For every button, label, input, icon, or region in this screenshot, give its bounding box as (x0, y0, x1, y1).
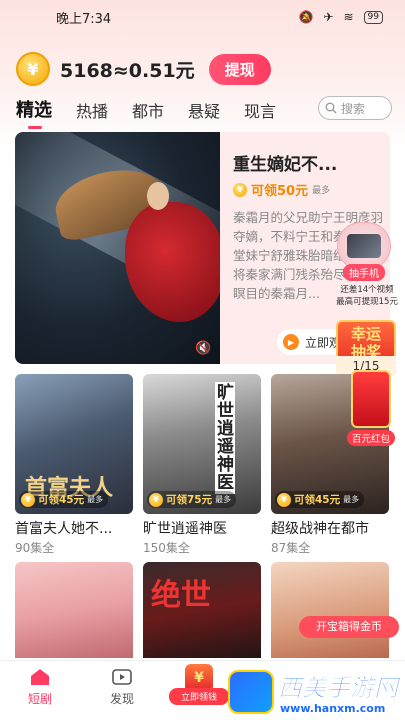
drama-episodes: 87集全 (271, 541, 311, 555)
phone-image-icon (347, 234, 381, 258)
phone-lottery-widget[interactable]: 抽手机 (333, 222, 399, 282)
drama-episodes: 90集全 (15, 541, 55, 555)
video-progress-hint: 还差14个视频 最高可提现15元 (333, 284, 401, 308)
status-icons: 🔕 ✈ ≋ 99 (298, 10, 383, 24)
drama-reward: ¥ 可领75元 最多 (147, 491, 237, 508)
red-envelope-icon (351, 370, 391, 428)
drama-title: 旷世逍遥神医 (143, 521, 227, 537)
drama-reward-text: 可领45元 (294, 494, 341, 506)
tab-hot[interactable]: 热播 (76, 98, 108, 122)
search-input[interactable]: 搜索 (318, 96, 392, 120)
drama-reward: ¥ 可领45元 最多 (19, 491, 109, 508)
drama-poster[interactable] (15, 562, 133, 658)
home-icon (31, 669, 49, 685)
watermark-title: 西美手游网 (278, 674, 399, 703)
lucky-label-line1: 幸运 (350, 325, 381, 343)
treasure-chest-button[interactable]: 开宝箱得金币 (299, 616, 399, 638)
video-hint-line2: 最高可提现15元 (336, 297, 398, 307)
claim-money-button[interactable]: ¥ 立即领钱 (169, 664, 229, 712)
claim-money-label: 立即领钱 (169, 688, 229, 705)
tab-urban[interactable]: 都市 (132, 98, 164, 122)
drama-poster[interactable]: 首富夫人 ¥ 可领45元 最多 (15, 374, 133, 514)
coin-balance: 5168≈0.51元 (60, 59, 195, 82)
drama-card[interactable]: 首富夫人 ¥ 可领45元 最多 首富夫人她不... 90集全 (15, 374, 133, 556)
status-time: 晚上7:34 (56, 11, 112, 27)
featured-reward: ¥ 可领50元 最多 (233, 180, 330, 199)
airplane-icon: ✈ (323, 10, 334, 24)
featured-title: 重生嫡妃不... (233, 155, 338, 175)
coin-icon: ¥ (149, 492, 163, 507)
drama-poster[interactable]: 旷世逍遥神医 ¥ 可领75元 最多 (143, 374, 261, 514)
nav-item-discover[interactable]: 发现 (92, 667, 152, 707)
wifi-icon: ≋ (343, 10, 354, 24)
category-tabs: 精选 热播 都市 悬疑 现言 (16, 96, 276, 129)
drama-poster[interactable] (271, 562, 389, 658)
mute-status-icon: 🔕 (298, 10, 314, 24)
withdraw-button[interactable]: 提现 (208, 53, 271, 85)
gamepad-logo-icon (228, 670, 274, 714)
tab-featured[interactable]: 精选 (16, 96, 52, 129)
search-icon (325, 102, 337, 114)
wallet-row: ¥ 5168≈0.51元 提现 (16, 52, 271, 86)
nav-label: 短剧 (27, 692, 52, 706)
coin-icon: ¥ (16, 52, 50, 86)
drama-episodes: 150集全 (143, 541, 190, 555)
poster-figure-head (147, 182, 169, 210)
battery-icon: 99 (363, 10, 383, 24)
red-envelope-widget[interactable]: 百元红包 (347, 370, 395, 450)
phone-circle (337, 222, 391, 270)
watermark-url: www.hanxm.com (280, 702, 386, 715)
red-envelope-label: 百元红包 (347, 430, 395, 446)
featured-reward-max: 最多 (312, 186, 331, 196)
coin-icon: ¥ (233, 182, 247, 197)
tab-mystery[interactable]: 悬疑 (188, 98, 220, 122)
poster-red-robe (125, 202, 220, 322)
play-box-icon (112, 669, 132, 685)
drama-reward-text: 可领75元 (166, 494, 213, 506)
coin-icon: ¥ (277, 492, 291, 507)
drama-card[interactable]: 旷世逍遥神医 ¥ 可领75元 最多 旷世逍遥神医 150集全 (143, 374, 261, 556)
poster-title-art: 旷世逍遥神医 (215, 382, 235, 494)
drama-title: 超级战神在都市 (271, 521, 369, 537)
coin-icon: ¥ (21, 492, 35, 507)
site-watermark: 西美手游网 www.hanxm.com (228, 668, 405, 720)
nav-item-drama[interactable]: 短剧 (10, 667, 70, 707)
drama-reward-max: 最多 (343, 495, 360, 504)
featured-reward-text: 可领50元 (251, 184, 309, 199)
phone-lottery-label: 抽手机 (343, 264, 385, 281)
search-placeholder: 搜索 (341, 101, 366, 116)
tab-romance[interactable]: 现言 (244, 98, 276, 122)
video-hint-line1: 还差14个视频 (340, 285, 394, 295)
drama-reward-text: 可领45元 (38, 494, 85, 506)
drama-poster[interactable]: 绝世 (143, 562, 261, 658)
drama-reward-max: 最多 (215, 495, 232, 504)
mute-icon[interactable]: 🔇 (195, 342, 211, 356)
drama-reward: ¥ 可领45元 最多 (275, 491, 365, 508)
nav-label: 发现 (109, 692, 134, 706)
featured-poster[interactable]: 🔇 (15, 132, 220, 364)
drama-title: 首富夫人她不... (15, 521, 113, 537)
poster-title-art: 绝世 (151, 578, 211, 613)
drama-reward-max: 最多 (87, 495, 104, 504)
status-bar: 晚上7:34 🔕 ✈ ≋ 99 (0, 0, 405, 34)
play-icon: ▶ (283, 334, 299, 350)
